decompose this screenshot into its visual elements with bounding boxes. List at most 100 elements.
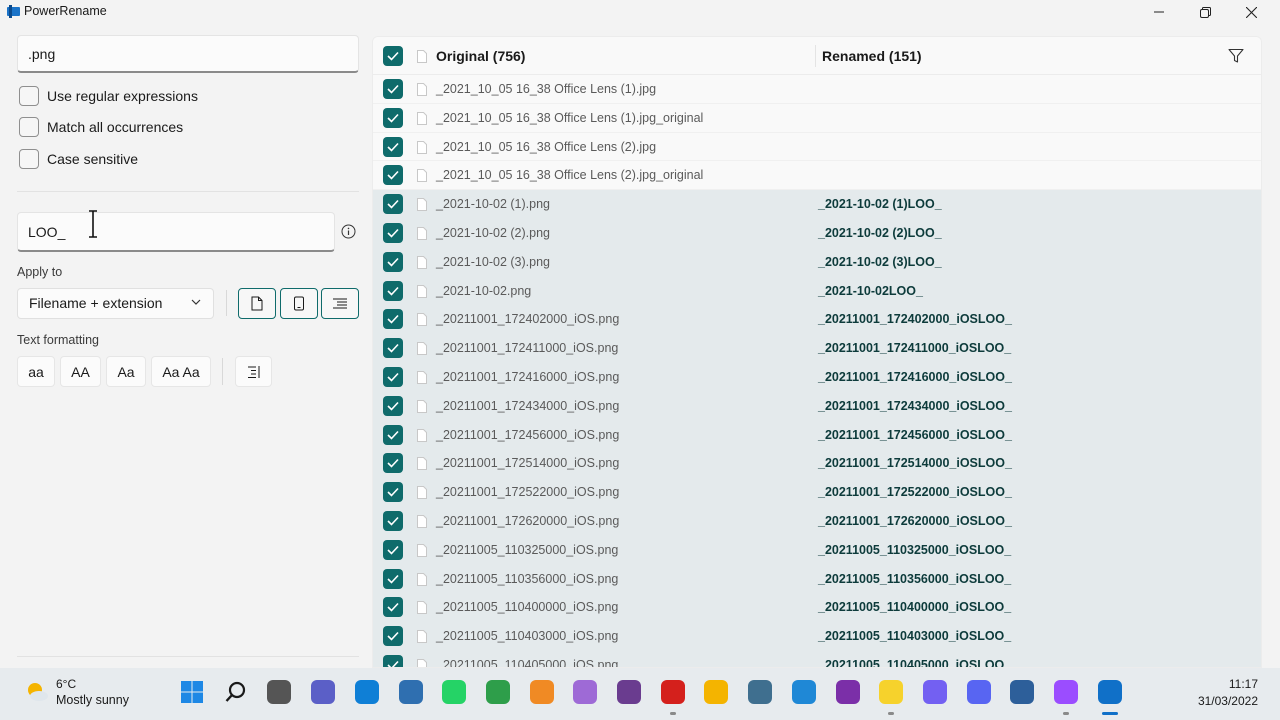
checkmark-icon (387, 113, 399, 123)
whatsapp-icon[interactable] (440, 678, 468, 706)
include-folders-button[interactable] (280, 288, 318, 319)
table-row[interactable]: _20211005_110400000_iOS.png _20211005_110… (373, 593, 1261, 623)
enumerate-button[interactable] (235, 356, 272, 387)
viber-icon[interactable] (921, 678, 949, 706)
checkmark-icon (387, 545, 399, 555)
clock-date: 31/03/2022 (1197, 694, 1258, 708)
edge-icon[interactable] (353, 678, 381, 706)
file-explorer-icon[interactable] (702, 678, 730, 706)
search-icon[interactable] (222, 678, 250, 706)
sticky-notes-icon[interactable] (877, 678, 905, 706)
snipping-tool-icon[interactable] (571, 678, 599, 706)
table-row[interactable]: _2021_10_05 16_38 Office Lens (1).jpg_or… (373, 103, 1261, 133)
table-row[interactable]: _20211001_172402000_iOS.png _20211001_172… (373, 305, 1261, 335)
table-row[interactable]: _20211001_172456000_iOS.png _20211001_172… (373, 420, 1261, 450)
table-row[interactable]: _20211001_172522000_iOS.png _20211001_172… (373, 478, 1261, 507)
photos-icon[interactable] (397, 678, 425, 706)
original-filename: _20211005_110400000_iOS.png (436, 600, 619, 615)
minimize-button[interactable] (1136, 0, 1182, 24)
file-icon (417, 111, 427, 125)
lowercase-button[interactable]: aa (17, 356, 55, 387)
clock-time: 11:17 (1228, 677, 1258, 691)
onenote-icon[interactable] (834, 678, 862, 706)
original-filename: _20211001_172456000_iOS.png (436, 427, 620, 442)
discord-icon[interactable] (965, 678, 993, 706)
file-icon (417, 428, 427, 442)
start-icon[interactable] (178, 678, 206, 706)
table-row[interactable]: _2021_10_05 16_38 Office Lens (2).jpg (373, 132, 1261, 162)
close-button[interactable] (1228, 0, 1274, 24)
table-row[interactable]: _2021-10-02.png _2021-10-02LOO_ (373, 276, 1261, 306)
chevron-down-icon (191, 299, 201, 305)
capitalize-words-button[interactable]: Aa Aa (151, 356, 211, 387)
row-checkbox[interactable] (383, 597, 403, 618)
row-checkbox[interactable] (383, 165, 403, 186)
row-checkbox[interactable] (383, 309, 403, 330)
table-row[interactable]: _2021-10-02 (2).png _2021-10-02 (2)LOO_ (373, 219, 1261, 248)
file-icon (417, 457, 427, 471)
row-checkbox[interactable] (383, 626, 403, 647)
chrome-icon[interactable] (484, 678, 512, 706)
uppercase-button[interactable]: AA (60, 356, 101, 387)
case-sensitive-checkbox[interactable]: Case sensitive (19, 149, 138, 169)
row-checkbox[interactable] (383, 655, 403, 667)
table-row[interactable]: _2021_10_05 16_38 Office Lens (2).jpg_or… (373, 161, 1261, 191)
select-all-checkbox[interactable] (383, 46, 403, 66)
clipchamp-icon[interactable] (615, 678, 643, 706)
powerrename-icon[interactable] (1096, 678, 1124, 706)
include-subfolders-button[interactable] (321, 288, 359, 319)
vscode-icon[interactable] (790, 678, 818, 706)
titlecase-button[interactable]: Aa (106, 356, 146, 387)
replace-input[interactable]: LOO_ (17, 212, 335, 252)
table-row[interactable]: _20211005_110356000_iOS.png _20211005_110… (373, 564, 1261, 594)
table-row[interactable]: _20211001_172620000_iOS.png _20211001_172… (373, 507, 1261, 536)
row-checkbox[interactable] (383, 251, 403, 272)
renamed-filename: _20211001_172416000_iOSLOO_ (818, 370, 1012, 384)
table-row[interactable]: _20211001_172434000_iOS.png _20211001_172… (373, 391, 1261, 421)
row-checkbox[interactable] (383, 136, 403, 157)
row-checkbox[interactable] (383, 79, 403, 99)
row-checkbox[interactable] (383, 107, 403, 128)
row-checkbox[interactable] (383, 539, 403, 560)
table-row[interactable]: _20211001_172514000_iOS.png _20211001_172… (373, 449, 1261, 479)
row-checkbox[interactable] (383, 194, 403, 215)
apply-to-dropdown[interactable]: Filename + extension (17, 288, 214, 319)
table-row[interactable]: _2021_10_05 16_38 Office Lens (1).jpg (373, 75, 1261, 104)
use-regex-checkbox[interactable]: Use regular expressions (19, 86, 198, 106)
info-icon[interactable] (341, 224, 356, 239)
original-filename: _20211001_172522000_iOS.png (436, 485, 620, 500)
table-row[interactable]: _20211001_172411000_iOS.png _20211001_172… (373, 334, 1261, 363)
table-row[interactable]: _20211005_110405000_iOS.png _20211005_110… (373, 651, 1261, 667)
row-checkbox[interactable] (383, 338, 403, 359)
messenger-icon[interactable] (1052, 678, 1080, 706)
include-files-button[interactable] (238, 288, 276, 319)
acrobat-icon[interactable] (659, 678, 687, 706)
table-row[interactable]: _20211005_110403000_iOS.png _20211005_110… (373, 622, 1261, 651)
row-checkbox[interactable] (383, 280, 403, 301)
table-row[interactable]: _2021-10-02 (1).png _2021-10-02 (1)LOO_ (373, 190, 1261, 219)
table-row[interactable]: _20211005_110325000_iOS.png _20211005_110… (373, 535, 1261, 565)
row-checkbox[interactable] (383, 395, 403, 416)
original-column-header[interactable]: Original (756) (436, 48, 525, 64)
renamed-filename: _20211001_172411000_iOSLOO_ (818, 341, 1012, 356)
row-checkbox[interactable] (383, 482, 403, 503)
renamed-column-header[interactable]: Renamed (151) (822, 48, 922, 64)
row-checkbox[interactable] (383, 511, 403, 531)
match-all-checkbox[interactable]: Match all occurrences (19, 117, 183, 137)
row-checkbox[interactable] (383, 424, 403, 445)
row-checkbox[interactable] (383, 568, 403, 589)
restore-button[interactable] (1182, 0, 1228, 24)
task-view-icon[interactable] (265, 678, 293, 706)
row-checkbox[interactable] (383, 223, 403, 243)
teams-chat-icon[interactable] (309, 678, 337, 706)
row-checkbox[interactable] (383, 367, 403, 387)
git-icon[interactable] (746, 678, 774, 706)
search-app-icon[interactable] (528, 678, 556, 706)
row-checkbox[interactable] (383, 453, 403, 474)
original-filename: _2021_10_05 16_38 Office Lens (2).jpg_or… (436, 168, 704, 183)
vpn-icon[interactable] (1008, 678, 1036, 706)
table-row[interactable]: _2021-10-02 (3).png _2021-10-02 (3)LOO_ (373, 247, 1261, 277)
search-input[interactable]: .png (17, 35, 359, 73)
table-row[interactable]: _20211001_172416000_iOS.png _20211001_172… (373, 363, 1261, 392)
clock[interactable]: 11:17 31/03/2022 (1198, 676, 1258, 710)
